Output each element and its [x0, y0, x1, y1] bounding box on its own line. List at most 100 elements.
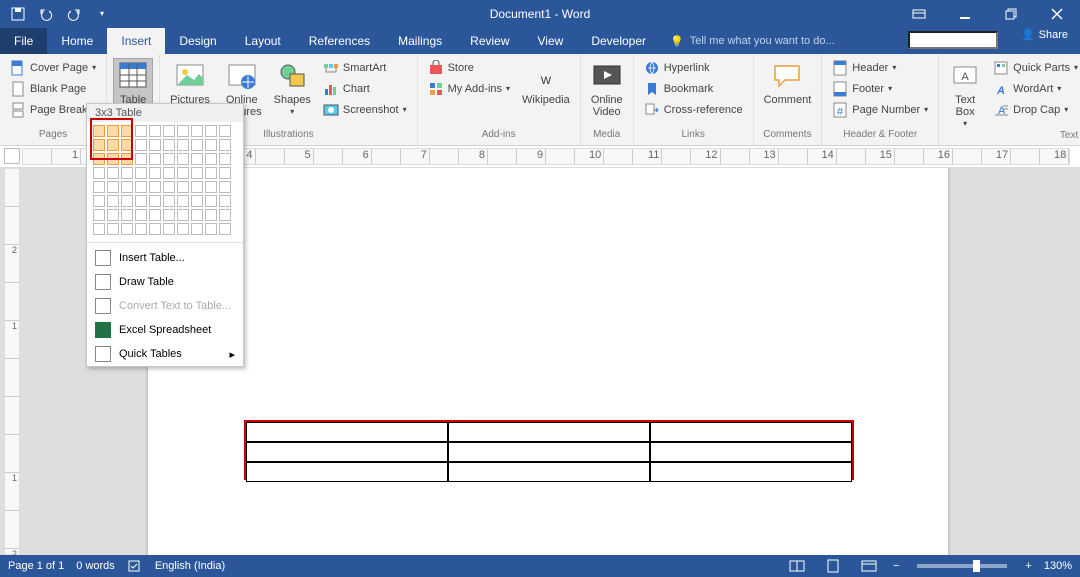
zoom-slider[interactable] [917, 564, 1007, 568]
grid-cell[interactable] [177, 223, 189, 235]
tab-references[interactable]: References [295, 28, 384, 54]
grid-cell[interactable] [149, 153, 161, 165]
word-count[interactable]: 0 words [76, 560, 115, 572]
text-box-button[interactable]: AText Box▾ [945, 58, 985, 130]
grid-cell[interactable] [107, 139, 119, 151]
grid-cell[interactable] [149, 167, 161, 179]
grid-cell[interactable] [107, 153, 119, 165]
grid-cell[interactable] [177, 167, 189, 179]
cross-reference-button[interactable]: Cross-reference [640, 100, 747, 120]
restore-icon[interactable] [988, 0, 1034, 28]
grid-cell[interactable] [93, 223, 105, 235]
quick-parts-button[interactable]: Quick Parts▾ [989, 58, 1080, 78]
grid-cell[interactable] [219, 223, 231, 235]
store-button[interactable]: Store [424, 58, 514, 78]
zoom-level[interactable]: 130% [1044, 560, 1072, 572]
header-button[interactable]: Header▾ [828, 58, 932, 78]
comment-button[interactable]: Comment [760, 58, 816, 108]
grid-cell[interactable] [149, 223, 161, 235]
grid-cell[interactable] [135, 153, 147, 165]
grid-cell[interactable] [135, 223, 147, 235]
tab-review[interactable]: Review [456, 28, 523, 54]
grid-cell[interactable] [163, 195, 175, 207]
grid-cell[interactable] [191, 223, 203, 235]
page[interactable] [148, 168, 948, 555]
grid-cell[interactable] [191, 139, 203, 151]
tab-design[interactable]: Design [165, 28, 230, 54]
grid-cell[interactable] [93, 139, 105, 151]
online-video-button[interactable]: Online Video [587, 58, 627, 120]
grid-cell[interactable] [205, 153, 217, 165]
footer-button[interactable]: Footer▾ [828, 79, 932, 99]
page-count[interactable]: Page 1 of 1 [8, 560, 64, 572]
grid-cell[interactable] [163, 223, 175, 235]
grid-cell[interactable] [205, 125, 217, 137]
grid-cell[interactable] [219, 167, 231, 179]
search-input[interactable] [908, 31, 998, 49]
cover-page-button[interactable]: Cover Page▾ [6, 58, 100, 78]
qat-customize-icon[interactable]: ▾ [88, 0, 116, 28]
grid-cell[interactable] [205, 139, 217, 151]
grid-cell[interactable] [219, 181, 231, 193]
grid-cell[interactable] [93, 209, 105, 221]
grid-cell[interactable] [93, 181, 105, 193]
grid-cell[interactable] [107, 167, 119, 179]
grid-cell[interactable] [163, 153, 175, 165]
tab-insert[interactable]: Insert [107, 28, 165, 54]
grid-cell[interactable] [93, 167, 105, 179]
grid-cell[interactable] [205, 223, 217, 235]
grid-cell[interactable] [177, 125, 189, 137]
grid-cell[interactable] [191, 209, 203, 221]
grid-cell[interactable] [121, 223, 133, 235]
grid-cell[interactable] [135, 167, 147, 179]
grid-cell[interactable] [121, 167, 133, 179]
chart-button[interactable]: Chart [319, 79, 411, 99]
tab-file[interactable]: File [0, 28, 47, 54]
grid-cell[interactable] [107, 195, 119, 207]
excel-spreadsheet-menu-item[interactable]: Excel Spreadsheet [87, 318, 243, 342]
grid-cell[interactable] [135, 181, 147, 193]
tab-mailings[interactable]: Mailings [384, 28, 456, 54]
grid-cell[interactable] [121, 139, 133, 151]
wikipedia-button[interactable]: WWikipedia [518, 58, 574, 108]
grid-cell[interactable] [205, 167, 217, 179]
zoom-out-button[interactable]: − [893, 560, 899, 572]
grid-cell[interactable] [191, 167, 203, 179]
save-icon[interactable] [4, 0, 32, 28]
print-layout-icon[interactable] [821, 555, 845, 577]
grid-cell[interactable] [107, 125, 119, 137]
tab-selector[interactable] [4, 148, 20, 164]
grid-cell[interactable] [163, 181, 175, 193]
grid-cell[interactable] [219, 139, 231, 151]
grid-cell[interactable] [149, 125, 161, 137]
grid-cell[interactable] [149, 195, 161, 207]
grid-cell[interactable] [177, 209, 189, 221]
grid-cell[interactable] [219, 125, 231, 137]
blank-page-button[interactable]: Blank Page [6, 79, 100, 99]
smartart-button[interactable]: SmartArt [319, 58, 411, 78]
undo-icon[interactable] [32, 0, 60, 28]
grid-cell[interactable] [205, 181, 217, 193]
grid-cell[interactable] [177, 153, 189, 165]
zoom-in-button[interactable]: + [1025, 560, 1031, 572]
draw-table-menu-item[interactable]: Draw Table [87, 270, 243, 294]
tell-me-search[interactable]: 💡Tell me what you want to do... [660, 28, 845, 54]
zoom-thumb[interactable] [973, 560, 980, 572]
grid-cell[interactable] [177, 195, 189, 207]
grid-cell[interactable] [93, 195, 105, 207]
redo-icon[interactable] [60, 0, 88, 28]
grid-cell[interactable] [191, 195, 203, 207]
grid-cell[interactable] [121, 125, 133, 137]
insert-table-menu-item[interactable]: Insert Table... [87, 246, 243, 270]
read-mode-icon[interactable] [785, 555, 809, 577]
grid-cell[interactable] [107, 209, 119, 221]
grid-cell[interactable] [135, 209, 147, 221]
grid-cell[interactable] [205, 209, 217, 221]
pictures-button[interactable]: Pictures [166, 58, 214, 108]
my-addins-button[interactable]: My Add-ins▾ [424, 79, 514, 99]
grid-cell[interactable] [121, 209, 133, 221]
tab-developer[interactable]: Developer [577, 28, 660, 54]
grid-cell[interactable] [219, 209, 231, 221]
tab-home[interactable]: Home [47, 28, 107, 54]
grid-cell[interactable] [121, 153, 133, 165]
